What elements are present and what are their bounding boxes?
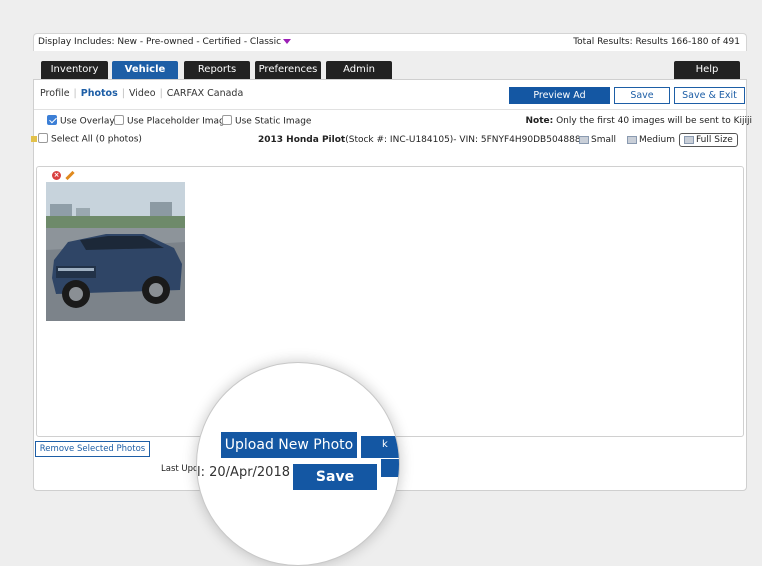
last-updated-date: l: 20/Apr/2018 [197, 465, 290, 480]
divider [34, 109, 746, 110]
display-includes-text: Display Includes: New - Pre-owned - Cert… [38, 37, 282, 47]
use-overlay-option[interactable]: Use Overlay [47, 115, 115, 127]
small-size-icon [579, 135, 589, 144]
vehicle-photo-image [46, 182, 185, 321]
filter-info-bar: Display Includes: New - Pre-owned - Cert… [33, 33, 747, 51]
subtab-carfax[interactable]: CARFAX Canada [167, 88, 244, 99]
nav-tab-vehicle[interactable]: Vehicle [112, 61, 178, 79]
edit-pencil-icon[interactable] [65, 170, 75, 181]
kijiji-note: Note: Only the first 40 images will be s… [525, 116, 752, 126]
partial-button[interactable]: k [361, 436, 399, 458]
dropdown-caret-icon[interactable] [283, 39, 292, 44]
size-full-label: Full Size [696, 135, 733, 145]
note-label: Note: [525, 116, 554, 126]
select-all-option[interactable]: Select All (0 photos) [31, 133, 142, 145]
use-placeholder-option[interactable]: Use Placeholder Image [114, 115, 231, 127]
use-static-option[interactable]: Use Static Image [222, 115, 312, 127]
size-medium-option[interactable]: Medium [627, 135, 675, 145]
size-small-option[interactable]: Small [579, 135, 616, 145]
subtab-photos[interactable]: Photos [81, 88, 118, 99]
upload-new-photo-button[interactable]: Upload New Photo [221, 432, 357, 458]
note-text: Only the first 40 images will be sent to… [556, 116, 752, 126]
select-all-label: Select All (0 photos) [51, 134, 142, 145]
lens-save-button[interactable]: Save [293, 464, 377, 490]
total-results: Total Results: Results 166-180 of 491 [573, 37, 740, 47]
partial-button-2[interactable] [381, 459, 399, 477]
delete-photo-icon[interactable]: × [52, 171, 61, 180]
select-all-checkbox[interactable] [38, 133, 48, 143]
nav-tab-inventory[interactable]: Inventory [41, 61, 108, 79]
nav-tab-preferences[interactable]: Preferences [255, 61, 321, 79]
vehicle-heading: 2013 Honda Pilot(Stock #: INC-U184105)- … [258, 135, 581, 145]
use-placeholder-checkbox[interactable] [114, 115, 124, 125]
size-full-button[interactable]: Full Size [679, 133, 738, 147]
subtab-video[interactable]: Video [129, 88, 156, 99]
photo-gallery: × [36, 166, 744, 437]
vehicle-details: (Stock #: INC-U184105)- VIN: 5FNYF4H90DB… [345, 135, 581, 145]
medium-size-icon [627, 135, 637, 144]
use-static-checkbox[interactable] [222, 115, 232, 125]
vehicle-photo[interactable] [46, 182, 185, 321]
full-size-icon [684, 135, 694, 144]
vehicle-title: 2013 Honda Pilot [258, 135, 346, 145]
size-small-label: Small [591, 135, 616, 145]
magnifier-lens: Upload New Photo k l: 20/Apr/2018 Save [196, 362, 400, 566]
subtab-profile[interactable]: Profile [40, 88, 70, 99]
preview-ad-button[interactable]: Preview Ad [509, 87, 610, 104]
nav-tab-admin[interactable]: Admin [326, 61, 392, 79]
use-static-label: Use Static Image [235, 116, 312, 127]
nav-tab-reports[interactable]: Reports [184, 61, 250, 79]
nav-tab-help[interactable]: Help [674, 61, 740, 79]
lock-icon [31, 136, 37, 142]
use-overlay-checkbox[interactable] [47, 115, 57, 125]
partial-button-glyph: k [382, 439, 388, 450]
save-exit-button[interactable]: Save & Exit [674, 87, 745, 104]
save-button[interactable]: Save [614, 87, 670, 104]
sub-navigation: Profile | Photos | Video | CARFAX Canada [40, 88, 244, 99]
display-includes[interactable]: Display Includes: New - Pre-owned - Cert… [38, 37, 292, 47]
remove-selected-photos-button[interactable]: Remove Selected Photos [35, 441, 150, 457]
use-overlay-label: Use Overlay [60, 116, 115, 127]
size-medium-label: Medium [639, 135, 675, 145]
use-placeholder-label: Use Placeholder Image [127, 116, 231, 127]
